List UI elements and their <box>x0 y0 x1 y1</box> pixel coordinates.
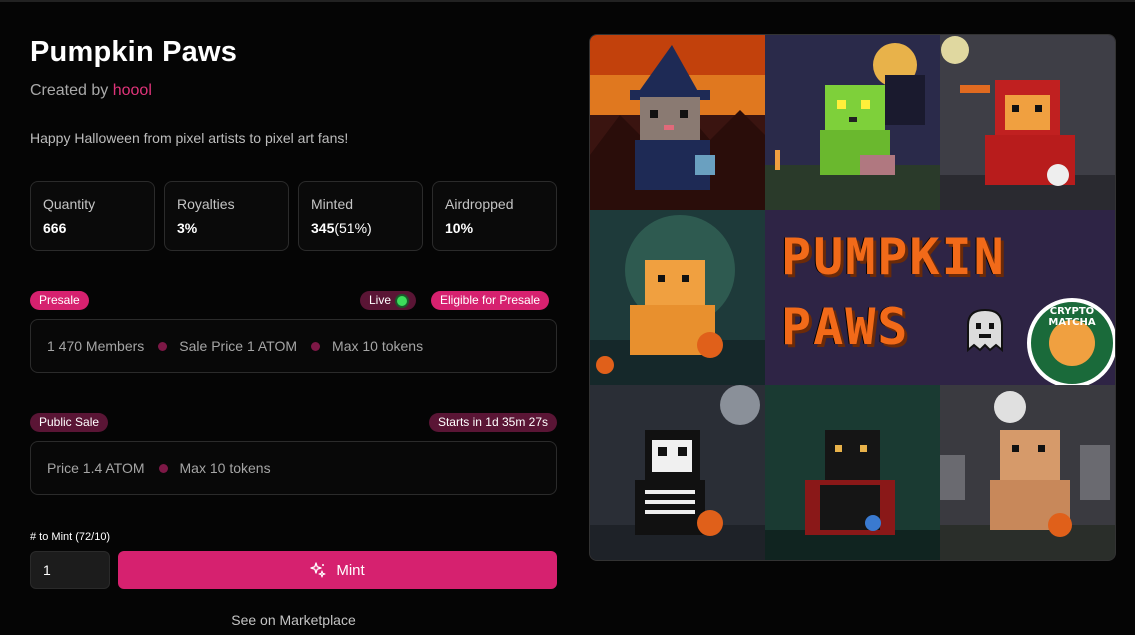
stat-label: Airdropped <box>445 196 514 212</box>
collection-description: Happy Halloween from pixel artists to pi… <box>30 130 349 146</box>
stat-value: 345 <box>311 220 335 236</box>
stats-row: Quantity 666 Royalties 3% Minted 345(51%… <box>30 181 557 251</box>
live-status-dot-icon <box>397 295 408 306</box>
artwork-logo-panel: PUMPKIN PAWS CRYPTO MATCHA <box>765 210 1115 388</box>
mint-quantity-input[interactable] <box>30 551 110 589</box>
mint-button-label: Mint <box>336 561 365 579</box>
art-tile-orange-cat <box>590 210 765 385</box>
public-sale-tag: Public Sale <box>30 413 109 432</box>
bullet-icon <box>158 341 168 351</box>
logo-line-1: PUMPKIN <box>781 228 1006 286</box>
presale-details: 1 470 Members Sale Price 1 ATOM Max 10 t… <box>30 319 557 373</box>
sparkle-icon <box>310 562 326 578</box>
top-border <box>0 0 1135 2</box>
ghost-icon <box>967 308 1003 353</box>
logo-line-2: PAWS <box>781 298 910 356</box>
art-tile-tabby-cat <box>940 385 1115 560</box>
eligible-badge: Eligible for Presale <box>431 291 550 310</box>
public-sale-details: Price 1.4 ATOM Max 10 tokens <box>30 441 557 495</box>
collection-title: Pumpkin Paws <box>30 36 238 68</box>
stat-value: 10% <box>445 220 474 236</box>
stat-value: 3% <box>177 220 198 236</box>
stat-minted: Minted 345(51%) <box>298 181 423 251</box>
stat-airdropped: Airdropped 10% <box>432 181 557 251</box>
creator-link[interactable]: hoool <box>113 82 152 99</box>
stat-percent: (51%) <box>334 220 372 236</box>
starts-in-badge: Starts in 1d 35m 27s <box>428 413 557 432</box>
presale-price: Sale Price 1 ATOM <box>179 338 298 354</box>
created-by-label: Created by <box>30 82 109 99</box>
stat-label: Quantity <box>43 196 96 212</box>
presale-members: 1 470 Members <box>47 338 145 354</box>
mint-button[interactable]: Mint <box>118 551 557 589</box>
stat-value-wrap: 345(51%) <box>311 220 410 236</box>
badge-text: CRYPTO MATCHA <box>1048 306 1096 328</box>
presale-max: Max 10 tokens <box>332 338 424 354</box>
stat-quantity: Quantity 666 <box>30 181 155 251</box>
bullet-icon <box>158 463 168 473</box>
stat-label: Minted <box>311 196 354 212</box>
stat-label: Royalties <box>177 196 235 212</box>
creator-line: Created by hoool <box>30 82 152 100</box>
bullet-icon <box>311 341 321 351</box>
art-tile-devil-cat <box>940 35 1115 210</box>
crypto-matcha-badge: CRYPTO MATCHA <box>1027 298 1115 388</box>
stat-royalties: Royalties 3% <box>164 181 289 251</box>
art-tile-zombie-cat <box>765 35 940 210</box>
marketplace-link[interactable]: See on Marketplace <box>30 612 557 628</box>
art-tile-vampire-cat <box>765 385 940 560</box>
art-tile-skeleton-cat <box>590 385 765 560</box>
live-badge: Live <box>360 291 417 310</box>
public-sale-max: Max 10 tokens <box>179 460 271 476</box>
art-tile-witch-cat <box>590 35 765 210</box>
public-sale-price: Price 1.4 ATOM <box>47 460 145 476</box>
presale-tag: Presale <box>30 291 89 310</box>
stat-value: 666 <box>43 220 67 236</box>
live-label: Live <box>369 293 392 307</box>
collection-artwork: PUMPKIN PAWS CRYPTO MATCHA <box>589 34 1116 561</box>
mint-quantity-label: # to Mint (72/10) <box>30 531 111 543</box>
